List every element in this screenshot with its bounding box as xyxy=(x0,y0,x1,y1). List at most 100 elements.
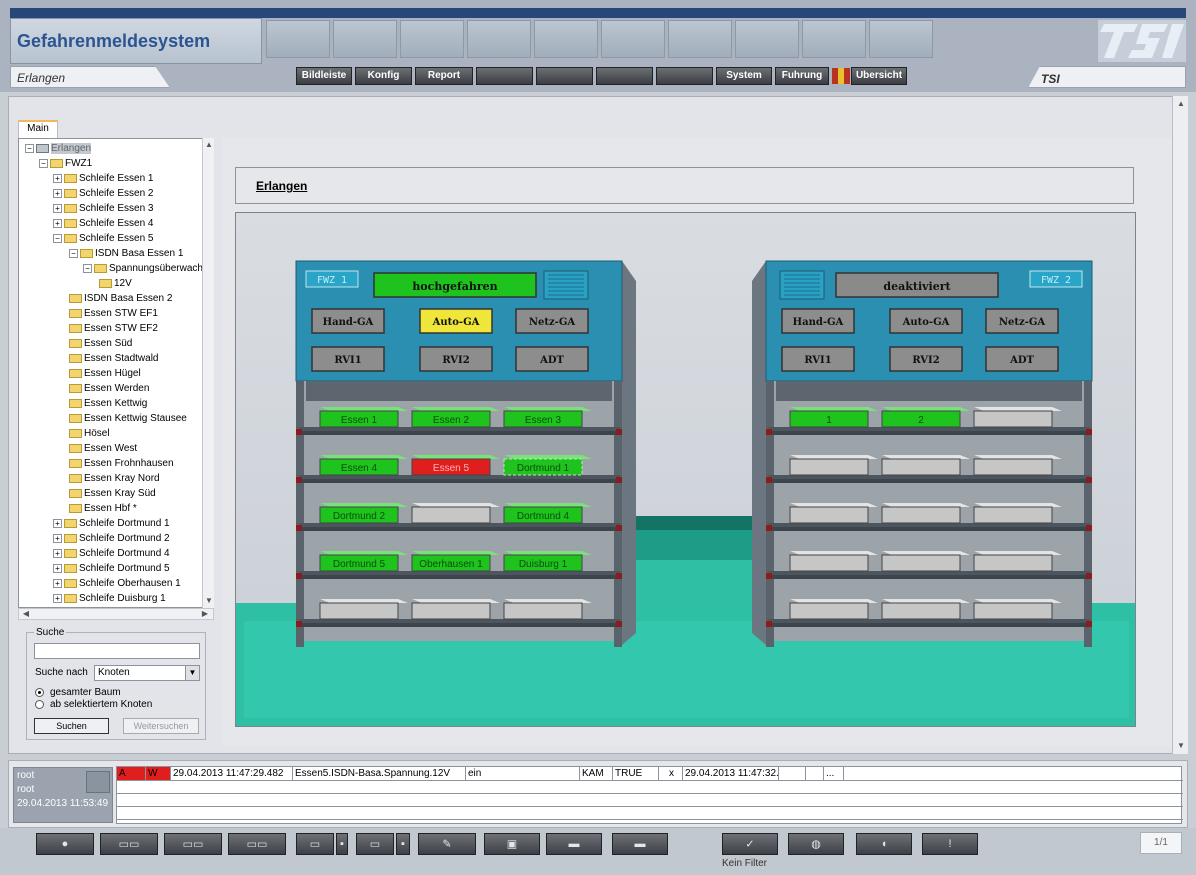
main-scrollbar[interactable]: ▲ ▼ xyxy=(1172,96,1188,754)
tree-item[interactable]: + Schleife Dortmund 4 xyxy=(53,546,170,561)
menu-report[interactable]: Report xyxy=(415,67,473,85)
expand-icon[interactable]: + xyxy=(53,593,62,603)
header-slot[interactable] xyxy=(735,20,799,58)
expand-icon[interactable]: + xyxy=(53,203,62,213)
user-avatar[interactable] xyxy=(86,771,110,793)
header-slot[interactable] xyxy=(266,20,330,58)
table-row[interactable]: A W 29.04.2013 11:47:29.482 Essen5.ISDN-… xyxy=(117,767,1183,780)
module-slot[interactable] xyxy=(881,554,961,572)
tree-item[interactable]: + Schleife Dortmund 2 xyxy=(53,531,170,546)
header-slot[interactable] xyxy=(601,20,665,58)
tree-item[interactable]: + Schleife Essen 2 xyxy=(53,186,154,201)
header-slot[interactable] xyxy=(534,20,598,58)
tree-item[interactable]: − Spannungsüberwachu xyxy=(83,261,209,276)
menu-fuhrung[interactable]: Fuhrung xyxy=(775,67,829,85)
tree-item[interactable]: − Erlangen xyxy=(25,141,92,156)
tree-item[interactable]: Essen Süd xyxy=(69,336,132,351)
module-slot[interactable] xyxy=(503,602,583,620)
tree-item[interactable]: Hösel xyxy=(69,426,110,441)
scroll-up-icon[interactable]: ▲ xyxy=(1175,98,1187,110)
scroll-right-icon[interactable]: ▶ xyxy=(199,608,211,620)
header-slot[interactable] xyxy=(333,20,397,58)
menu-bildleiste[interactable]: Bildleiste xyxy=(296,67,352,85)
toolbar-button[interactable]: ▭▭ xyxy=(164,833,222,855)
expand-icon[interactable]: + xyxy=(53,173,62,183)
header-slot[interactable] xyxy=(802,20,866,58)
menu-empty[interactable] xyxy=(596,67,653,85)
menu-empty[interactable] xyxy=(476,67,533,85)
expand-icon[interactable]: + xyxy=(53,533,62,543)
toolbar-button[interactable]: ▪ xyxy=(336,833,348,855)
tree-hscrollbar[interactable]: ◀ ▶ xyxy=(18,608,214,620)
tree-item[interactable]: Essen Hügel xyxy=(69,366,141,381)
tree-item[interactable]: ISDN Basa Essen 2 xyxy=(69,291,172,306)
toolbar-button[interactable]: ◖ xyxy=(856,833,912,855)
tree-item[interactable]: Essen Kettwig xyxy=(69,396,147,411)
tree-item[interactable]: Essen Hbf * xyxy=(69,501,137,516)
tree-item[interactable]: Essen Kray Nord xyxy=(69,471,160,486)
module-slot[interactable] xyxy=(881,506,961,524)
search-by-select[interactable]: Knoten ▼ xyxy=(94,665,200,681)
toolbar-button[interactable]: ▭▭ xyxy=(228,833,286,855)
tree-item[interactable]: + Schleife Essen 3 xyxy=(53,201,154,216)
expand-icon[interactable]: + xyxy=(53,578,62,588)
header-slot[interactable] xyxy=(668,20,732,58)
module-slot[interactable] xyxy=(881,458,961,476)
expand-icon[interactable]: + xyxy=(53,563,62,573)
tree-item[interactable]: 12V xyxy=(99,276,132,291)
toolbar-button[interactable]: ▭▭ xyxy=(100,833,158,855)
toolbar-button[interactable]: ◍ xyxy=(788,833,844,855)
tree-item[interactable]: + Schleife Dortmund 1 xyxy=(53,516,170,531)
search-button[interactable]: Suchen xyxy=(34,718,109,734)
toolbar-button[interactable]: ✓ xyxy=(722,833,778,855)
toolbar-button[interactable]: ▭ xyxy=(356,833,394,855)
continue-search-button[interactable]: Weitersuchen xyxy=(123,718,199,734)
event-log-table[interactable]: A W 29.04.2013 11:47:29.482 Essen5.ISDN-… xyxy=(116,766,1183,824)
tree-item[interactable]: Essen Stadtwald xyxy=(69,351,159,366)
menu-konfig[interactable]: Konfig xyxy=(355,67,412,85)
scroll-down-icon[interactable]: ▼ xyxy=(1175,740,1187,752)
module-slot[interactable] xyxy=(973,410,1053,428)
module-slot[interactable] xyxy=(973,554,1053,572)
toolbar-button[interactable]: ▭ xyxy=(296,833,334,855)
tree-item[interactable]: − ISDN Basa Essen 1 xyxy=(69,246,183,261)
tree-item[interactable]: Essen STW EF1 xyxy=(69,306,158,321)
search-input[interactable] xyxy=(34,643,200,659)
tree-item[interactable]: Essen Kray Süd xyxy=(69,486,156,501)
scroll-up-icon[interactable]: ▲ xyxy=(203,139,215,151)
tree-view[interactable]: − Erlangen − FWZ1 + Schleife Essen 1 + Schleife… xyxy=(18,138,214,608)
tree-item[interactable]: − FWZ1 xyxy=(39,156,92,171)
module-slot[interactable] xyxy=(973,458,1053,476)
scroll-down-icon[interactable]: ▼ xyxy=(203,595,215,607)
tree-item[interactable]: + Schleife Dortmund 5 xyxy=(53,561,170,576)
collapse-icon[interactable]: − xyxy=(25,143,34,153)
header-slot[interactable] xyxy=(400,20,464,58)
collapse-icon[interactable]: − xyxy=(69,248,78,258)
tree-item[interactable]: + Schleife Essen 1 xyxy=(53,171,154,186)
toolbar-button[interactable]: ● xyxy=(36,833,94,855)
tree-item[interactable]: + Schleife Essen 4 xyxy=(53,216,154,231)
radio-selected-node[interactable] xyxy=(35,700,44,709)
tree-item[interactable]: + Schleife Duisburg 1 xyxy=(53,591,166,606)
module-slot[interactable] xyxy=(789,458,869,476)
tab-main[interactable]: Main xyxy=(18,120,58,138)
toolbar-button[interactable]: ▣ xyxy=(484,833,540,855)
module-slot[interactable] xyxy=(789,602,869,620)
tree-item[interactable]: Essen Frohnhausen xyxy=(69,456,174,471)
scroll-left-icon[interactable]: ◀ xyxy=(20,608,32,620)
toolbar-button[interactable]: ✎ xyxy=(418,833,476,855)
expand-icon[interactable]: + xyxy=(53,518,62,528)
collapse-icon[interactable]: − xyxy=(83,263,92,273)
tree-item[interactable]: Essen West xyxy=(69,441,137,456)
module-slot[interactable] xyxy=(881,602,961,620)
toolbar-button[interactable]: ▬ xyxy=(546,833,602,855)
toolbar-button[interactable]: ▪ xyxy=(396,833,410,855)
chevron-down-icon[interactable]: ▼ xyxy=(185,666,199,680)
tree-item[interactable]: Essen Werden xyxy=(69,381,149,396)
menu-system[interactable]: System xyxy=(716,67,772,85)
tree-item[interactable]: Essen Kettwig Stausee xyxy=(69,411,187,426)
module-slot[interactable] xyxy=(411,506,491,524)
expand-icon[interactable]: + xyxy=(53,548,62,558)
collapse-icon[interactable]: − xyxy=(39,158,48,168)
expand-icon[interactable]: + xyxy=(53,218,62,228)
